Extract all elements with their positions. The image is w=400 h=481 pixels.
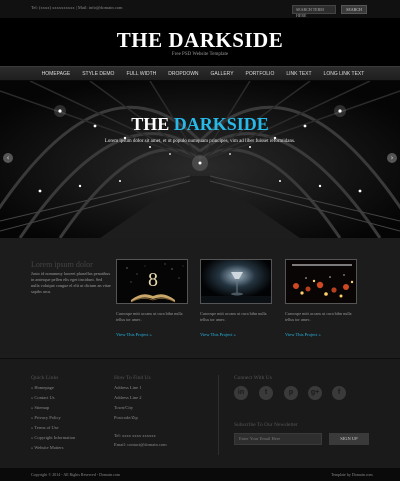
footer-email[interactable]: Email: contact@domain.com bbox=[114, 442, 167, 447]
address-line: Postcode/Zip bbox=[114, 415, 138, 420]
hero-title-accent: DARKSIDE bbox=[173, 114, 269, 134]
pinterest-icon[interactable]: p bbox=[284, 386, 298, 400]
nav-item-long-link-text[interactable]: LONG LINK TEXT bbox=[318, 67, 371, 82]
nav-item-portfolio[interactable]: PORTFOLIO bbox=[240, 67, 281, 82]
nav-item-full-width[interactable]: FULL WIDTH bbox=[120, 67, 162, 82]
svg-text:8: 8 bbox=[148, 269, 158, 291]
view-project-link[interactable]: View This Project » bbox=[285, 332, 357, 337]
contact-info: Tel: (xxxx) xxxxxxxxxx | Mail: info@doma… bbox=[31, 5, 123, 10]
footer-link-privacy[interactable]: » Privacy Policy bbox=[31, 413, 75, 423]
view-project-link[interactable]: View This Project » bbox=[116, 332, 188, 337]
view-project-link[interactable]: View This Project » bbox=[200, 332, 272, 337]
project-description: Curoospe mitt accans ut cura bibn nulla … bbox=[285, 311, 352, 322]
project-thumbnail-city-lights[interactable] bbox=[285, 259, 357, 304]
content-section: Lorem ipsum dolor Justo id nonummy laore… bbox=[0, 238, 400, 358]
project-card: 8 Curoospe mitt accans ut cura bibn null… bbox=[116, 259, 188, 337]
address-line: Town/City bbox=[114, 405, 134, 410]
footer-link-sitemap[interactable]: » Sitemap bbox=[31, 403, 75, 413]
site-tagline: Free PSD Website Template bbox=[171, 52, 229, 57]
slider-prev-arrow-icon[interactable]: ‹ bbox=[3, 153, 13, 163]
nav-item-dropdown[interactable]: DROPDOWN bbox=[162, 67, 204, 82]
project-thumbnail-book[interactable]: 8 bbox=[116, 259, 188, 304]
top-bar: Tel: (xxxx) xxxxxxxxxx | Mail: info@doma… bbox=[0, 0, 400, 18]
footer-link-copyright[interactable]: » Copyright Information bbox=[31, 433, 75, 443]
copyright-text: Copyright © 2014 - All Rights Reserved -… bbox=[31, 472, 120, 477]
linkedin-icon[interactable]: in bbox=[234, 386, 248, 400]
address-line: Address Line 1 bbox=[114, 385, 142, 390]
footer-link-terms[interactable]: » Terms of Use bbox=[31, 423, 75, 433]
intro-text: Justo id nonummy laoreet phasellus penat… bbox=[31, 271, 111, 294]
hero-subtitle: Lorem ipsum dolor sit amet, et ut populo… bbox=[104, 139, 296, 144]
hero-title: THE DARKSIDE bbox=[0, 114, 400, 135]
connect-title: Connect With Us bbox=[234, 375, 272, 381]
project-card: Curoospe mitt accans ut cura bibn nulla … bbox=[285, 259, 357, 337]
project-thumbnail-lamp[interactable] bbox=[200, 259, 272, 304]
facebook-icon[interactable]: f bbox=[332, 386, 346, 400]
hero-title-main: THE bbox=[131, 114, 170, 134]
address-line: Address Line 2 bbox=[114, 395, 142, 400]
footer-link-homepage[interactable]: » Homepage bbox=[31, 383, 75, 393]
footer-link-website-matters[interactable]: » Website Matters bbox=[31, 443, 75, 453]
newsletter-email-input[interactable]: Enter Your Email Here bbox=[234, 433, 322, 445]
project-card: Curoospe mitt accans ut cura bibn nulla … bbox=[200, 259, 272, 337]
newsletter-signup-button[interactable]: SIGN UP bbox=[329, 433, 369, 445]
search-input[interactable]: SEARCH TERM HERE bbox=[292, 5, 336, 18]
nav-item-style-demo[interactable]: STYLE DEMO bbox=[76, 67, 120, 82]
footer-divider bbox=[218, 375, 219, 455]
address-list: Address Line 1 Address Line 2 Town/City … bbox=[114, 383, 142, 423]
site-logo[interactable]: THE DARKSIDE bbox=[0, 28, 400, 53]
search-button[interactable]: SEARCH bbox=[341, 5, 367, 14]
nav-item-link-text[interactable]: LINK TEXT bbox=[280, 67, 317, 82]
footer-link-contact[interactable]: » Contact Us bbox=[31, 393, 75, 403]
hero-bridge-image bbox=[0, 81, 400, 238]
template-credit[interactable]: Template by Domain.com bbox=[331, 472, 373, 477]
project-description: Curoospe mitt accans ut cura bibn nulla … bbox=[116, 311, 183, 322]
newsletter-title: Subscribe To Our Newsletter bbox=[234, 422, 298, 428]
site-header: THE DARKSIDE Free PSD Website Template bbox=[0, 18, 400, 66]
bottom-bar: Copyright © 2014 - All Rights Reserved -… bbox=[0, 468, 400, 481]
slider-next-arrow-icon[interactable]: › bbox=[387, 153, 397, 163]
main-nav: HOMEPAGE STYLE DEMO FULL WIDTH DROPDOWN … bbox=[0, 66, 400, 81]
project-description: Curoospe mitt accans ut cura bibn nulla … bbox=[200, 311, 267, 322]
quick-links-title: Quick Links bbox=[31, 375, 59, 381]
nav-item-gallery[interactable]: GALLERY bbox=[205, 67, 240, 82]
find-us-title: How To Find Us bbox=[114, 375, 151, 381]
quick-links-list: » Homepage » Contact Us » Sitemap » Priv… bbox=[31, 383, 75, 453]
intro-title: Lorem ipsum dolor bbox=[31, 260, 93, 269]
site-footer: Quick Links » Homepage » Contact Us » Si… bbox=[0, 358, 400, 468]
google-plus-icon[interactable]: g+ bbox=[308, 386, 322, 400]
nav-item-homepage[interactable]: HOMEPAGE bbox=[36, 67, 77, 82]
hero-slider: THE DARKSIDE Lorem ipsum dolor sit amet,… bbox=[0, 81, 400, 238]
footer-tel: Tel: xxxx xxxx xxxxxx bbox=[114, 433, 156, 438]
twitter-icon[interactable]: t bbox=[259, 386, 273, 400]
